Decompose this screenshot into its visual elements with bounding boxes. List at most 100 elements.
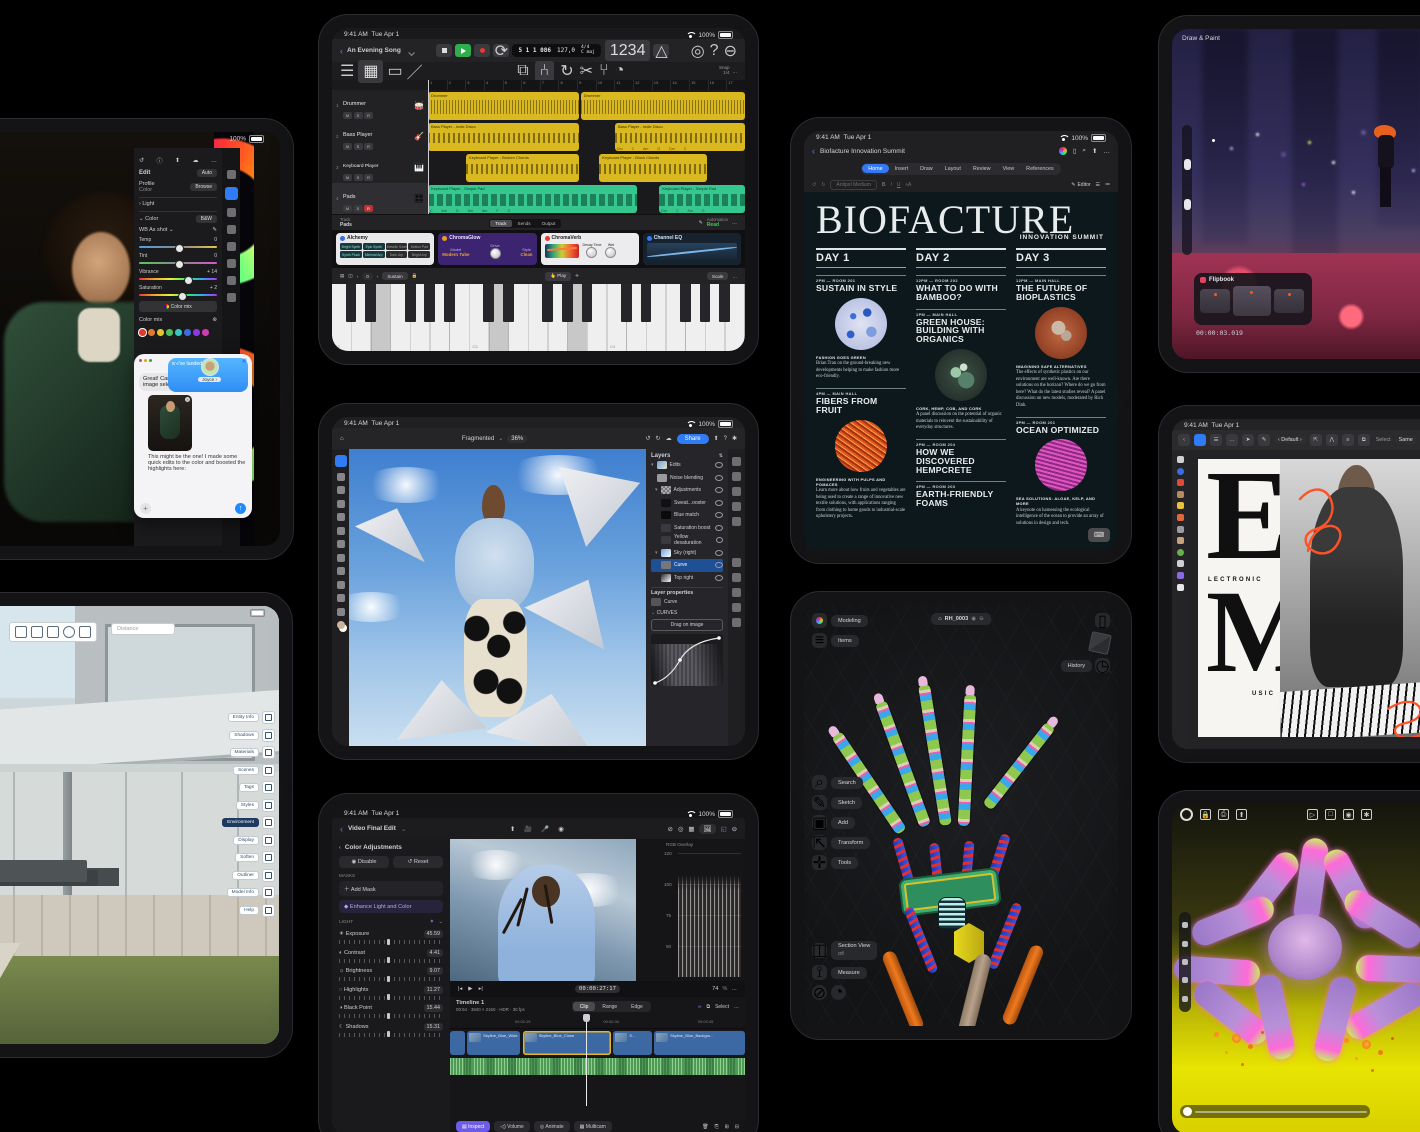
list-icon[interactable]: ≔ [1105, 182, 1110, 188]
blackpoint-slider[interactable] [339, 1014, 443, 1018]
vibrance-slider[interactable] [139, 278, 217, 280]
contrast-value[interactable]: 4.41 [427, 949, 444, 957]
velocity-icon[interactable]: ◔ [615, 62, 625, 80]
mobile-view-icon[interactable]: ▯ [1073, 147, 1077, 155]
wb-value[interactable]: As shot [149, 227, 167, 233]
text-tool[interactable] [1177, 560, 1184, 567]
zoom-level[interactable]: 36% [507, 435, 527, 443]
type-tool[interactable] [337, 581, 345, 589]
plugin-chromaverb[interactable]: ChromaVerb Decay Time Wet [541, 233, 639, 265]
tools-icon[interactable]: ✛ [812, 855, 827, 870]
visibility-icon[interactable] [715, 462, 723, 468]
pencil-icon[interactable]: ／ [407, 59, 423, 83]
align-icon[interactable]: ≡ [1342, 434, 1354, 446]
section-view-button[interactable]: Section ViewOff [831, 941, 877, 960]
overwrite-icon[interactable]: ⧉ [707, 1004, 711, 1010]
layer-row[interactable]: Blue match [651, 509, 723, 522]
contrast-slider[interactable] [339, 959, 443, 963]
lens-icon[interactable] [227, 259, 236, 268]
shadows-button[interactable]: Shadows [229, 731, 259, 740]
duplicate-icon[interactable]: ⧉ [1358, 434, 1370, 446]
share-icon[interactable]: ⬆ [1236, 809, 1247, 820]
prev-frame-icon[interactable]: |◂ [458, 986, 462, 992]
curves-section-header[interactable]: ⌄ CURVES [651, 610, 723, 616]
split-keyboard-icon[interactable]: ◫ [348, 273, 352, 279]
measure-icon[interactable]: ⟟ [812, 965, 827, 980]
speed-icon[interactable]: ⊘ [667, 825, 672, 833]
arpeggiator-icon[interactable]: ✛ [575, 273, 579, 279]
cycle-button[interactable]: ⟳ [493, 44, 509, 57]
more-icon[interactable]: … [732, 220, 737, 226]
lock-icon[interactable]: 🔒 [412, 273, 418, 279]
region-keys-1[interactable]: Keyboard Player - Broken Chords [466, 154, 579, 182]
preset[interactable]: Epic Synth [363, 243, 385, 250]
zoom-tool[interactable] [1177, 584, 1184, 591]
snap-value[interactable]: 1/4 [723, 70, 729, 75]
keyboard-select-icon[interactable]: ▤ [340, 273, 344, 279]
tab-layout[interactable]: Layout [939, 164, 967, 173]
plugin-chromaglow[interactable]: ChromaGlow ModelModern Tube Drive StyleC… [438, 233, 536, 265]
curves-graph[interactable] [651, 634, 723, 686]
visibility-icon[interactable] [715, 550, 723, 556]
timeline-scrubber[interactable] [1180, 1105, 1370, 1118]
play-button[interactable] [455, 44, 471, 57]
node-tool-icon[interactable]: ✎ [1258, 434, 1270, 446]
visibility-icon[interactable] [715, 525, 723, 531]
arrange-icon[interactable] [732, 457, 741, 466]
clone-tool[interactable] [337, 527, 345, 535]
scale-icon[interactable] [1182, 941, 1188, 947]
multicam-button[interactable]: ▦ Multicam [574, 1121, 612, 1132]
adjust-icon[interactable] [732, 472, 741, 481]
timeline-playhead[interactable] [586, 1019, 587, 1106]
info-icon[interactable] [732, 517, 741, 526]
scale-button[interactable]: Scale [707, 272, 729, 280]
move-tool[interactable] [335, 455, 347, 467]
disable-button[interactable]: ◉ Disable [339, 856, 389, 868]
crop-icon[interactable] [227, 208, 236, 217]
solo-button[interactable]: S [354, 112, 363, 119]
next-frame-icon[interactable]: ▸| [479, 986, 483, 992]
visibility-icon[interactable] [715, 487, 723, 493]
region-pad-2[interactable]: Keyboard Player - Simple PadDm C Am G [659, 185, 745, 213]
timeline-ruler[interactable]: 00:00:15 00:00:30 00:00:45 [450, 1019, 745, 1029]
gear-icon[interactable]: ✱ [732, 435, 737, 442]
editor-button[interactable]: ✎ Editor [1071, 182, 1090, 188]
share-button[interactable]: Share [677, 434, 709, 444]
plugin-alchemy[interactable]: Alchemy Bright Synth Epic Synth Metallic… [336, 233, 434, 265]
layer-row[interactable]: Sweat...ooster [651, 497, 723, 510]
browse-button[interactable]: Browse [190, 183, 217, 191]
visibility-icon[interactable]: ◉ [971, 616, 976, 622]
slider-knob[interactable] [1184, 159, 1191, 170]
transform-tool[interactable] [337, 473, 345, 481]
history-icon[interactable] [227, 293, 236, 302]
track-row-keys[interactable]: 3 Keyboard Player MSR 🎹 Keyboard Player … [332, 152, 745, 184]
region-bass-1[interactable]: Bass Player - Indie Disco [428, 123, 579, 151]
vector-brush-tool[interactable] [1177, 479, 1184, 486]
shadows-icon[interactable] [262, 729, 275, 742]
model-info-icon[interactable] [262, 886, 275, 899]
auto-enhance-icon[interactable]: ✦ [430, 919, 435, 925]
history-clock-icon[interactable]: ◷ [1095, 658, 1110, 673]
share-icon[interactable] [47, 626, 59, 638]
clip[interactable]: S... [613, 1031, 651, 1055]
eyedropper-icon[interactable]: ✎ [212, 227, 217, 233]
help-icon[interactable]: ? [724, 436, 727, 442]
light-section[interactable]: Light [142, 201, 154, 207]
yellow-dot[interactable] [157, 329, 164, 336]
shadows-slider[interactable] [339, 1033, 443, 1037]
items-button[interactable]: Items [831, 635, 859, 647]
scenes-icon[interactable] [262, 764, 275, 777]
view-cube[interactable] [1088, 631, 1112, 655]
insert-icon[interactable]: ⊟ [735, 1124, 739, 1130]
back-chevron-icon[interactable]: ‹ [812, 146, 815, 156]
materials-icon[interactable] [262, 746, 275, 759]
scrubber-knob[interactable] [1183, 1107, 1192, 1116]
redo-icon[interactable]: ↻ [821, 182, 825, 188]
enhance-button[interactable]: ◆ Enhance Light and Color [339, 900, 443, 913]
layer-row[interactable]: Top right [651, 572, 723, 585]
slider-knob-2[interactable] [1184, 199, 1191, 210]
record-enable-button[interactable]: R [364, 112, 373, 119]
tracks-view-icon[interactable]: ☰ [340, 61, 354, 81]
sustain-button[interactable]: Sustain [382, 272, 407, 280]
pencil-tool[interactable] [1177, 491, 1184, 498]
